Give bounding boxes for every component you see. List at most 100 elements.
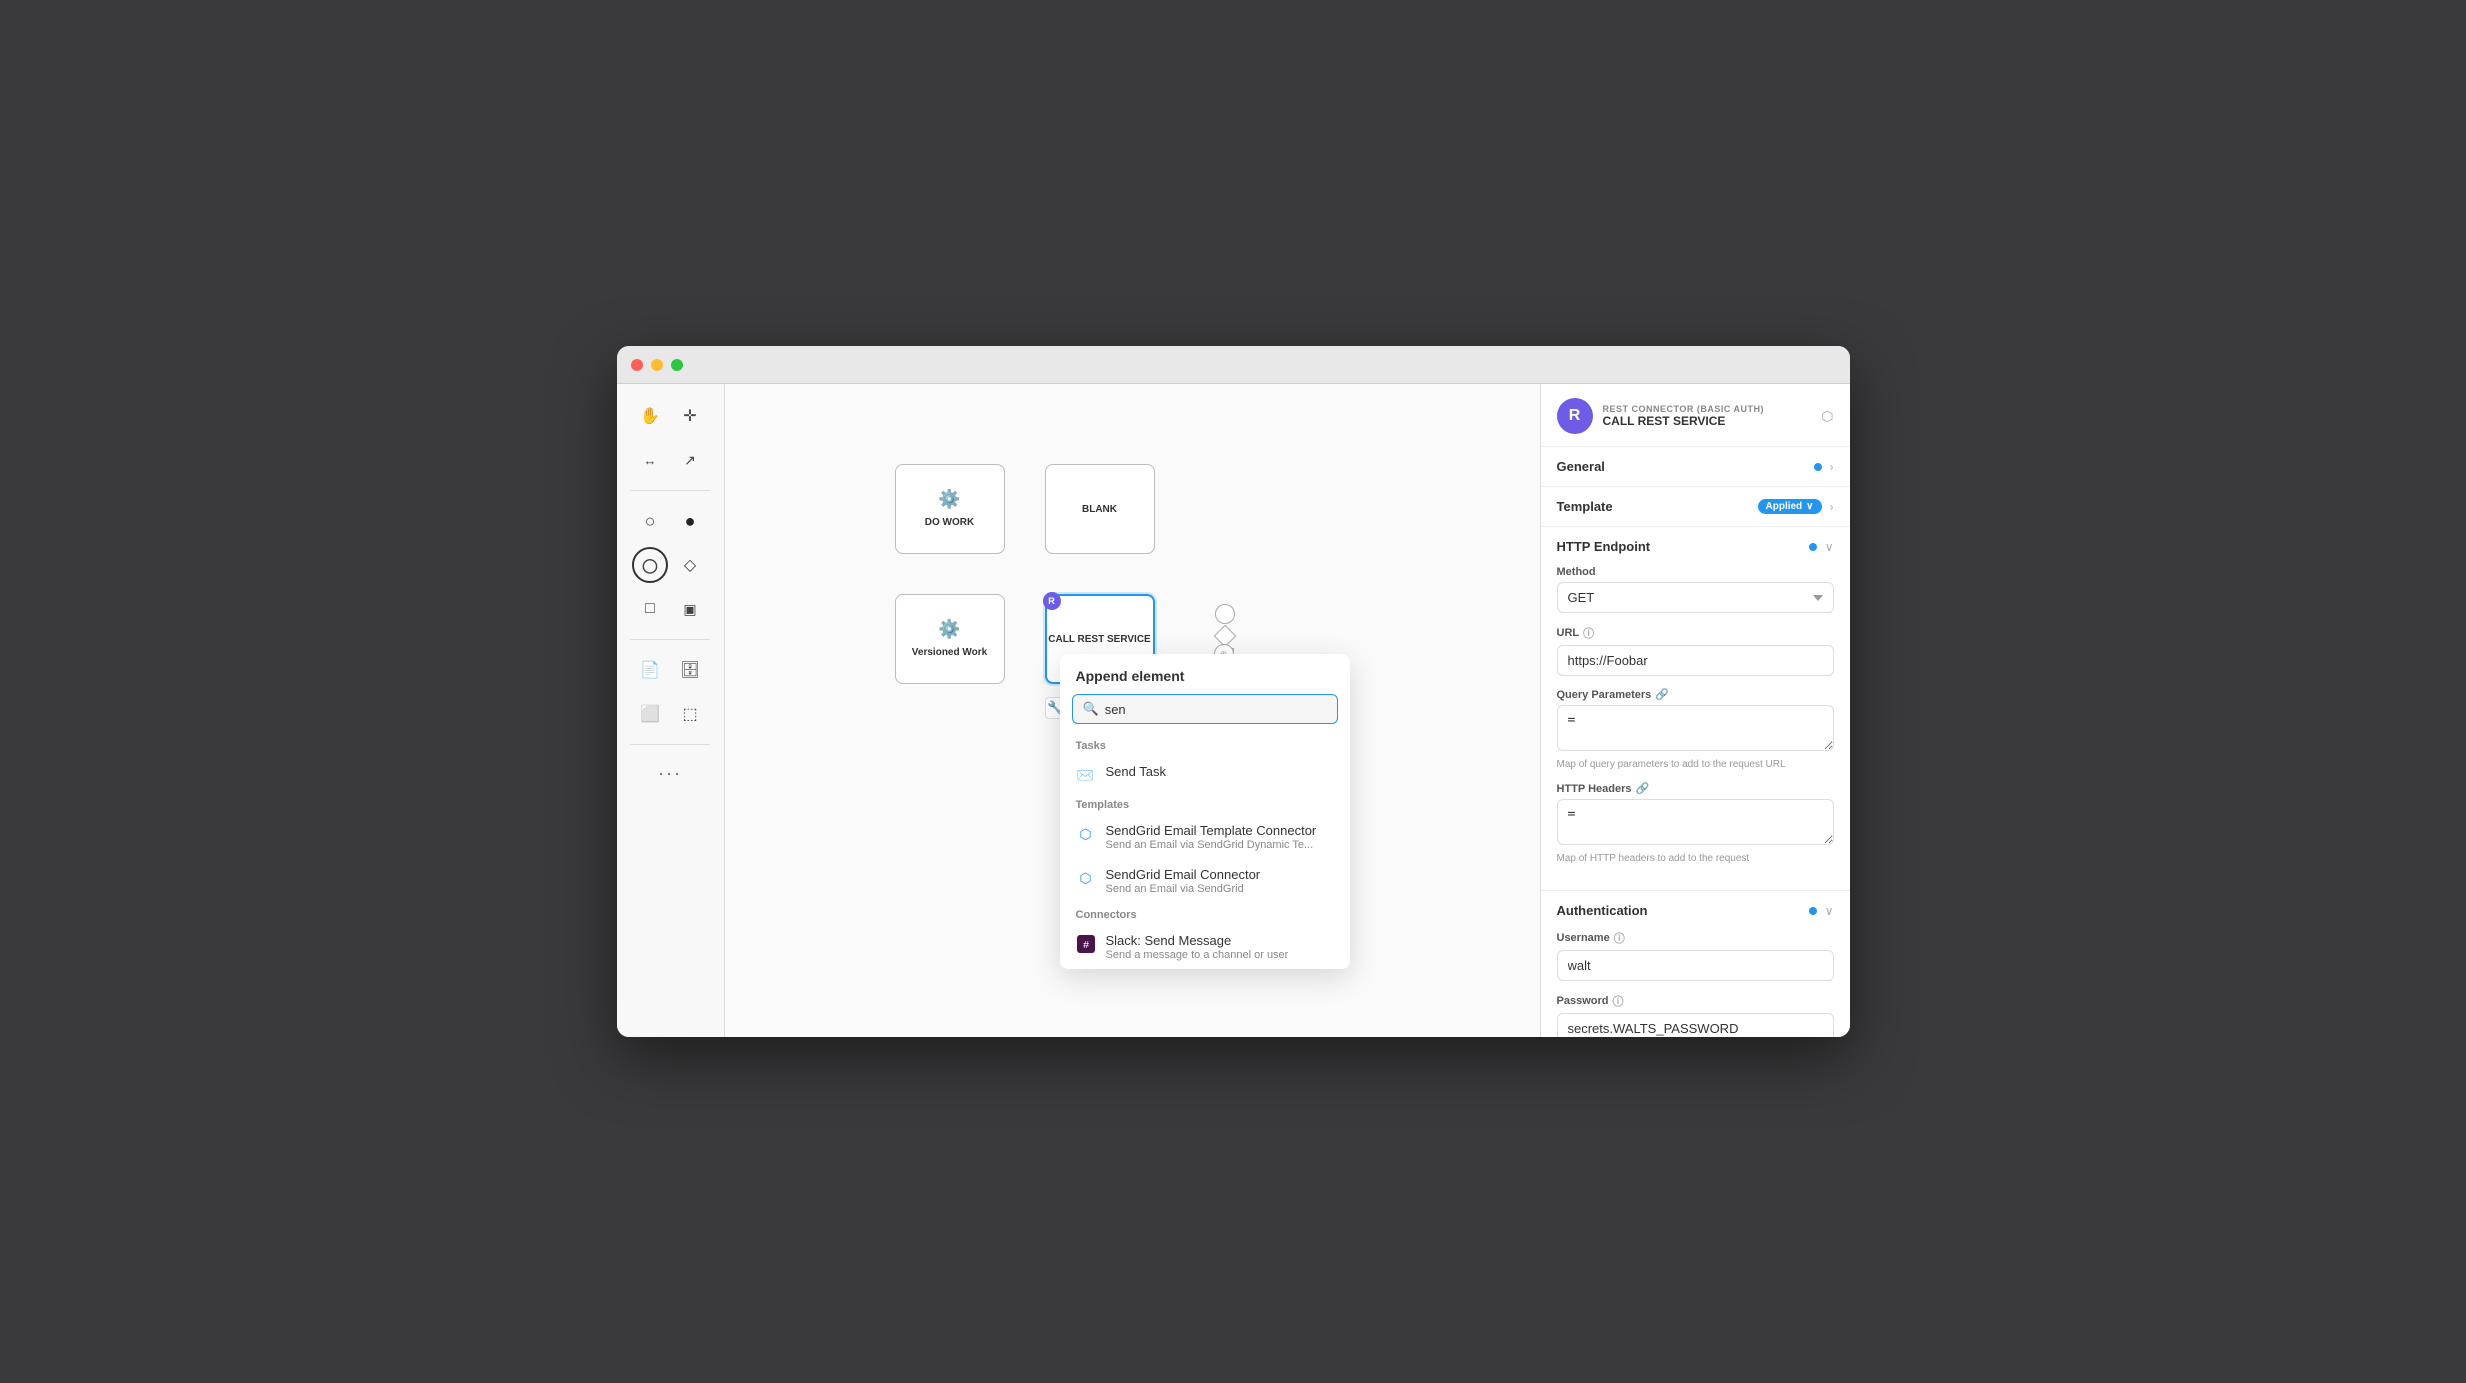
circle-tool[interactable]: ○ [632,503,668,539]
circle-outline-tool[interactable]: ◯ [632,547,668,583]
url-input[interactable] [1557,645,1834,676]
maximize-button[interactable] [671,359,683,371]
password-label: Password ⓘ [1557,993,1834,1009]
general-chevron: › [1830,460,1834,474]
db-tool[interactable]: 🗄 [672,652,708,688]
panel-avatar: R [1557,398,1593,434]
template-chevron: › [1830,500,1834,514]
section-tasks-header: Tasks [1060,734,1350,756]
tool-row-3: ○ ● [632,503,708,539]
query-params-link-icon[interactable]: 🔗 [1655,688,1669,701]
method-select[interactable]: GET POST PUT DELETE PATCH [1557,582,1834,613]
separator-3 [630,744,710,745]
blank-label: BLANK [1082,503,1117,516]
section-http-endpoint: HTTP Endpoint ∨ Method GET POST PUT [1541,527,1850,891]
call-rest-label: CALL REST SERVICE [1048,633,1150,646]
section-templates-header: Templates [1060,793,1350,815]
versioned-work-label: Versioned Work [912,646,987,659]
section-general-left: General [1557,459,1605,474]
hand-tool[interactable]: ✋ [632,398,668,434]
shape2-tool[interactable]: ▣ [672,591,708,627]
auth-chevron: ∨ [1825,904,1834,918]
section-template-header[interactable]: Template Applied ∨ › [1541,487,1850,526]
main-window: ✋ ✛ ↔ ↗ ○ ● ◯ ◇ □ ▣ 📄 🗄 [617,346,1850,1037]
auth-content: Username ⓘ Password ⓘ [1541,930,1850,1037]
url-info-icon[interactable]: ⓘ [1583,625,1594,641]
password-input[interactable] [1557,1013,1834,1037]
panel-header: R REST CONNECTOR (BASIC AUTH) CALL REST … [1541,384,1850,447]
username-input[interactable] [1557,950,1834,981]
http-headers-hint: Map of HTTP headers to add to the reques… [1557,853,1834,864]
field-url: URL ⓘ [1557,625,1834,676]
more-tools-button[interactable]: ··· [658,763,682,784]
ctx-circle-1[interactable] [1215,604,1235,624]
separator-1 [630,490,710,491]
sendgrid-email-desc: Send an Email via SendGrid [1106,883,1261,895]
section-template-left: Template [1557,499,1613,514]
versioned-work-icon: ⚙️ [938,619,960,640]
field-method: Method GET POST PUT DELETE PATCH [1557,566,1834,613]
http-content: Method GET POST PUT DELETE PATCH URL [1541,566,1850,890]
section-auth-header[interactable]: Authentication ∨ [1541,891,1850,930]
search-box: 🔍 [1072,694,1338,724]
section-http-name: HTTP Endpoint [1557,539,1651,554]
close-button[interactable] [631,359,643,371]
applied-chevron-icon: ∨ [1806,501,1813,512]
query-params-hint: Map of query parameters to add to the re… [1557,759,1834,770]
item-slack[interactable]: # Slack: Send Message Send a message to … [1060,925,1350,969]
frame-tool[interactable]: ⬜ [632,696,668,732]
username-info-icon[interactable]: ⓘ [1614,930,1625,946]
resize-tool[interactable]: ↔ [632,442,668,478]
node-do-work[interactable]: ⚙️ DO WORK [895,464,1005,554]
diamond-tool[interactable]: ◇ [672,547,708,583]
section-general-header[interactable]: General › [1541,447,1850,486]
minimize-button[interactable] [651,359,663,371]
node-blank[interactable]: BLANK [1045,464,1155,554]
field-query-params: Query Parameters 🔗 = Map of query parame… [1557,688,1834,770]
slack-icon: # [1076,934,1096,954]
http-headers-link-icon[interactable]: 🔗 [1636,782,1650,795]
item-send-task[interactable]: ✉️ Send Task [1060,756,1350,793]
sendgrid-email-icon: ⬡ [1076,868,1096,888]
separator-2 [630,639,710,640]
do-work-label: DO WORK [925,516,974,529]
slack-desc: Send a message to a channel or user [1106,949,1289,961]
item-sendgrid-email[interactable]: ⬡ SendGrid Email Connector Send an Email… [1060,859,1350,903]
slack-name: Slack: Send Message [1106,933,1289,948]
node-versioned-work[interactable]: ⚙️ Versioned Work [895,594,1005,684]
section-auth-left: Authentication [1557,903,1648,918]
move-tool[interactable]: ✛ [672,398,708,434]
tool-row-5: □ ▣ [632,591,708,627]
section-http-header[interactable]: HTTP Endpoint ∨ [1541,527,1850,566]
section-http-left: HTTP Endpoint [1557,539,1651,554]
section-general: General › [1541,447,1850,487]
search-icon: 🔍 [1083,701,1099,717]
append-title: Append element [1060,654,1350,694]
query-params-label: Query Parameters 🔗 [1557,688,1834,701]
item-sendgrid-template[interactable]: ⬡ SendGrid Email Template Connector Send… [1060,815,1350,859]
send-task-text: Send Task [1106,764,1166,779]
sendgrid-template-text: SendGrid Email Template Connector Send a… [1106,823,1317,851]
url-label: URL ⓘ [1557,625,1834,641]
password-info-icon[interactable]: ⓘ [1612,993,1623,1009]
left-toolbar: ✋ ✛ ↔ ↗ ○ ● ◯ ◇ □ ▣ 📄 🗄 [617,384,725,1037]
panel-title: CALL REST SERVICE [1603,414,1812,428]
username-label: Username ⓘ [1557,930,1834,946]
http-headers-textarea[interactable]: = [1557,799,1834,845]
query-params-textarea[interactable]: = [1557,705,1834,751]
field-http-headers: HTTP Headers 🔗 = Map of HTTP headers to … [1557,782,1834,864]
circle-bold-tool[interactable]: ● [672,503,708,539]
tool-row-1: ✋ ✛ [632,398,708,434]
page-tool[interactable]: 📄 [632,652,668,688]
field-username: Username ⓘ [1557,930,1834,981]
search-input[interactable] [1105,702,1327,717]
select-tool[interactable]: ⬚ [672,696,708,732]
arrow-tool[interactable]: ↗ [672,442,708,478]
external-link-icon[interactable]: ⬡ [1821,408,1833,425]
square-tool[interactable]: □ [632,591,668,627]
http-dot [1809,543,1817,551]
slack-text: Slack: Send Message Send a message to a … [1106,933,1289,961]
section-authentication: Authentication ∨ Username ⓘ [1541,891,1850,1037]
canvas-area[interactable]: ⚙️ DO WORK BLANK ⚙️ Versioned Work R CAL… [725,384,1540,1037]
method-label: Method [1557,566,1834,578]
